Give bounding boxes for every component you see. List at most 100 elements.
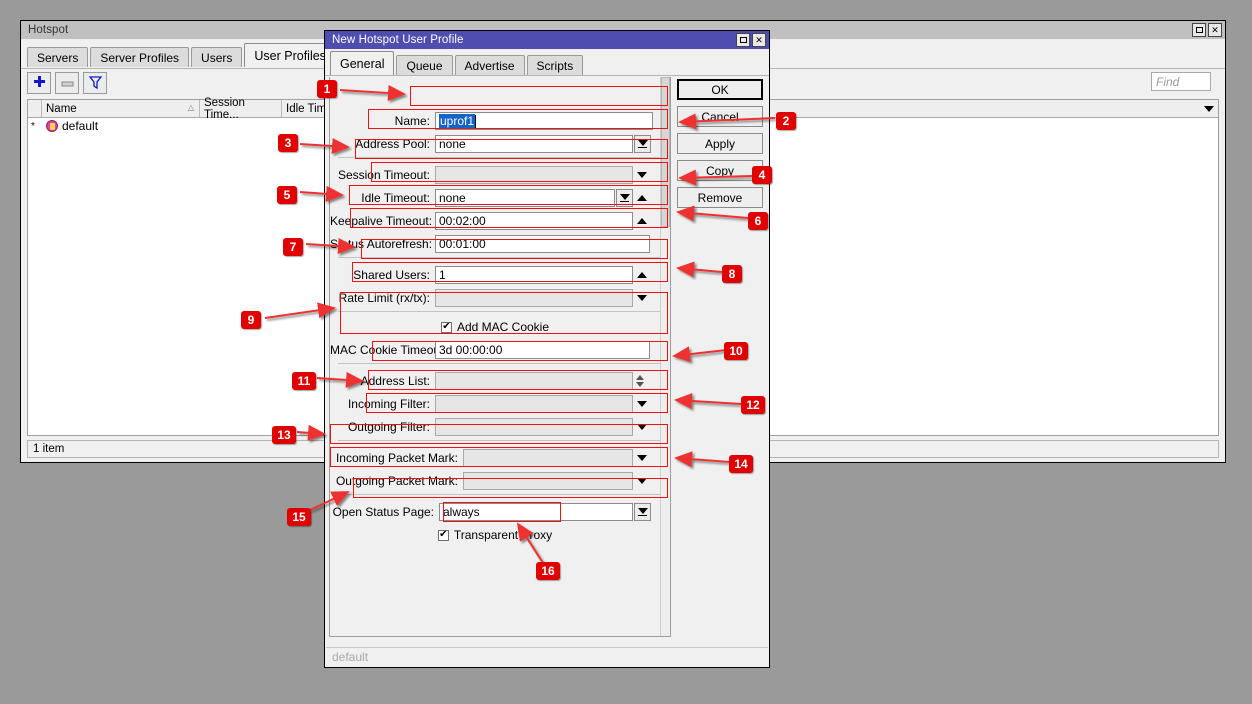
rate-limit-dropdown-button[interactable] [633,289,650,307]
tab-servers[interactable]: Servers [27,47,89,67]
incoming-packet-mark-dropdown-button[interactable] [633,449,650,467]
address-list-stepper[interactable] [633,372,647,390]
dialog-title: New Hotspot User Profile [332,34,464,46]
funnel-icon [88,75,102,92]
checkbox-checked-icon: ✔ [440,321,452,333]
tab-users[interactable]: Users [191,47,243,67]
shared-users-expand-button[interactable] [633,266,650,284]
incoming-packet-mark-input[interactable] [463,449,633,467]
chevron-down-icon [636,401,647,407]
rate-limit-row: Rate Limit (rx/tx): [330,288,660,308]
tab-server-profiles[interactable]: Server Profiles [90,47,190,67]
add-mac-cookie-row: ✔ Add MAC Cookie [330,317,660,337]
hotspot-toolbar [27,71,107,95]
badge-8: 8 [722,265,742,283]
add-mac-cookie-label: Add MAC Cookie [456,320,550,334]
table-header-name-label: Name [46,102,77,115]
mac-cookie-timeout-input[interactable]: 3d 00:00:00 [435,341,650,359]
session-timeout-label: Session Timeout: [337,168,430,182]
chevron-down-icon [637,139,648,149]
copy-button[interactable]: Copy [677,160,763,181]
session-timeout-input[interactable] [435,166,633,184]
address-list-input[interactable] [435,372,633,390]
outgoing-filter-row: Outgoing Filter: [330,417,660,437]
outgoing-packet-mark-dropdown-button[interactable] [633,472,650,490]
outgoing-packet-mark-row: Outgoing Packet Mark: [330,471,660,491]
divider [338,440,660,441]
divider [338,157,660,158]
address-pool-row: Address Pool: none [330,134,660,154]
filter-button[interactable] [83,72,107,94]
idle-timeout-row: Idle Timeout: none [330,188,660,208]
cancel-button[interactable]: Cancel [677,106,763,127]
chevron-down-icon [1204,105,1214,112]
chevron-down-icon [636,295,647,301]
divider [338,494,660,495]
dialog-tab-divider [325,75,769,76]
incoming-filter-row: Incoming Filter: [330,394,660,414]
chevron-up-icon [636,195,647,201]
transparent-proxy-checkbox[interactable]: ✔ Transparent Proxy [437,528,552,542]
chevron-down-icon [636,382,644,387]
keepalive-timeout-expand-button[interactable] [633,212,650,230]
hotspot-window-controls: ✕ [1192,23,1222,37]
tab-queue[interactable]: Queue [396,55,453,75]
maximize-icon[interactable] [736,33,750,47]
ok-button[interactable]: OK [677,79,763,100]
badge-10: 10 [724,342,748,360]
dialog-title-bar[interactable]: New Hotspot User Profile ✕ [325,31,769,49]
close-icon[interactable]: ✕ [752,33,766,47]
chevron-up-icon [636,218,647,224]
open-status-page-input[interactable]: always [439,503,633,521]
address-list-label: Address List: [360,374,430,388]
address-pool-input[interactable]: none [435,135,633,153]
badge-11: 11 [292,372,316,390]
session-timeout-dropdown-button[interactable] [633,166,650,184]
maximize-icon[interactable] [1192,23,1206,37]
table-header-session-timeout[interactable]: Session Time... [200,97,282,121]
incoming-packet-mark-label: Incoming Packet Mark: [335,451,458,465]
add-mac-cookie-checkbox[interactable]: ✔ Add MAC Cookie [440,320,550,334]
row-flag: * [31,120,35,132]
table-header-flag [28,100,42,117]
profile-icon [46,120,58,132]
remove-button[interactable]: Remove [677,187,763,208]
open-status-page-dropdown-button[interactable] [634,503,651,521]
mac-cookie-timeout-label: MAC Cookie Timeout: [330,343,447,357]
incoming-filter-dropdown-button[interactable] [633,395,650,413]
search-input[interactable]: Find [1151,72,1211,91]
keepalive-timeout-input[interactable]: 00:02:00 [435,212,633,230]
tab-advertise[interactable]: Advertise [454,55,525,75]
name-input[interactable]: uprof1 [435,112,653,130]
rate-limit-input[interactable] [435,289,633,307]
outgoing-filter-input[interactable] [435,418,633,436]
status-autorefresh-input[interactable]: 00:01:00 [435,235,650,253]
incoming-packet-mark-row: Incoming Packet Mark: [330,448,660,468]
chevron-down-icon [636,455,647,461]
table-header-name[interactable]: Name △ [42,100,200,117]
shared-users-input[interactable]: 1 [435,266,633,284]
form-scrollbar[interactable] [660,77,670,636]
divider [338,311,660,312]
tab-general[interactable]: General [330,51,395,75]
outgoing-packet-mark-label: Outgoing Packet Mark: [335,474,458,488]
outgoing-packet-mark-input[interactable] [463,472,633,490]
idle-timeout-expand-button[interactable] [633,189,650,207]
tab-scripts[interactable]: Scripts [526,55,584,75]
address-list-row: Address List: [330,371,660,391]
badge-15: 15 [287,508,311,526]
address-pool-dropdown-button[interactable] [634,135,651,153]
remove-button[interactable] [55,72,79,94]
apply-button[interactable]: Apply [677,133,763,154]
dialog-status-bar: default [326,647,768,665]
close-icon[interactable]: ✕ [1208,23,1222,37]
form-scrollbar-thumb[interactable] [661,77,670,227]
incoming-filter-input[interactable] [435,395,633,413]
idle-timeout-input[interactable]: none [435,189,615,207]
outgoing-filter-dropdown-button[interactable] [633,418,650,436]
tab-user-profiles[interactable]: User Profiles [244,43,336,67]
add-button[interactable] [27,72,51,94]
idle-timeout-dropdown-button[interactable] [616,189,633,207]
badge-14: 14 [729,455,753,473]
badge-13: 13 [272,426,296,444]
